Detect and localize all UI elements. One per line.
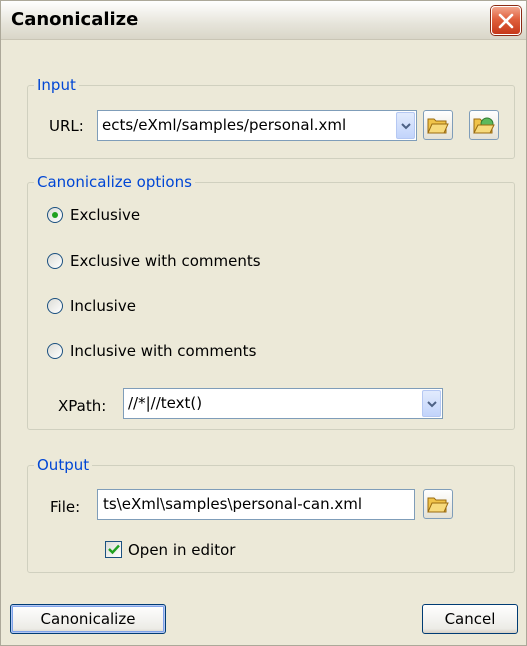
file-value[interactable]: ts\eXml\samples\personal-can.xml	[103, 495, 410, 513]
open-in-editor-checkbox[interactable]	[105, 541, 122, 558]
radio-exclusive-label[interactable]: Exclusive	[70, 206, 140, 224]
chevron-down-icon	[401, 123, 411, 130]
open-in-editor-label[interactable]: Open in editor	[128, 541, 235, 559]
cancel-button[interactable]: Cancel	[422, 604, 518, 634]
open-folder-icon	[427, 497, 449, 513]
canonicalize-options-legend: Canonicalize options	[34, 173, 195, 191]
xpath-combobox[interactable]: //*|//text()	[123, 388, 443, 419]
browse-output-button[interactable]	[423, 489, 453, 519]
radio-inclusive-with-comments-label[interactable]: Inclusive with comments	[70, 342, 256, 360]
radio-inclusive-indicator[interactable]	[47, 298, 63, 314]
output-legend: Output	[34, 456, 93, 474]
input-legend: Input	[34, 76, 79, 94]
file-field[interactable]: ts\eXml\samples\personal-can.xml	[97, 489, 415, 520]
url-dropdown-button[interactable]	[396, 112, 415, 139]
open-file-button[interactable]	[423, 110, 453, 140]
radio-inclusive[interactable]: Inclusive	[47, 297, 167, 319]
file-label: File:	[50, 498, 81, 516]
radio-inclusive-label[interactable]: Inclusive	[70, 297, 136, 315]
radio-inclusive-with-comments-indicator[interactable]	[47, 343, 63, 359]
chevron-down-icon	[427, 401, 437, 408]
canonicalize-button[interactable]: Canonicalize	[10, 604, 166, 634]
open-url-button[interactable]	[469, 110, 499, 140]
open-folder-icon	[427, 118, 449, 134]
url-label: URL:	[49, 117, 84, 135]
radio-inclusive-with-comments[interactable]: Inclusive with comments	[47, 342, 277, 364]
radio-exclusive-with-comments[interactable]: Exclusive with comments	[47, 252, 277, 274]
xpath-label: XPath:	[58, 397, 107, 415]
xpath-dropdown-button[interactable]	[422, 390, 441, 417]
title-bar[interactable]: Canonicalize	[1, 1, 526, 40]
open-folder-green-icon	[473, 117, 495, 134]
checkmark-icon	[108, 544, 120, 555]
window-title: Canonicalize	[11, 9, 139, 30]
url-combobox[interactable]: ects/eXml/samples/personal.xml	[97, 110, 417, 141]
close-x-icon	[498, 13, 514, 29]
radio-exclusive-with-comments-indicator[interactable]	[47, 253, 63, 269]
canonicalize-dialog: Canonicalize Input URL: ects/eXml/sample…	[0, 0, 527, 646]
close-button[interactable]	[491, 6, 521, 35]
radio-exclusive-indicator[interactable]	[47, 207, 63, 223]
xpath-value[interactable]: //*|//text()	[128, 394, 418, 412]
radio-exclusive-with-comments-label[interactable]: Exclusive with comments	[70, 252, 261, 270]
url-value[interactable]: ects/eXml/samples/personal.xml	[102, 116, 392, 134]
radio-exclusive[interactable]: Exclusive	[47, 206, 167, 228]
